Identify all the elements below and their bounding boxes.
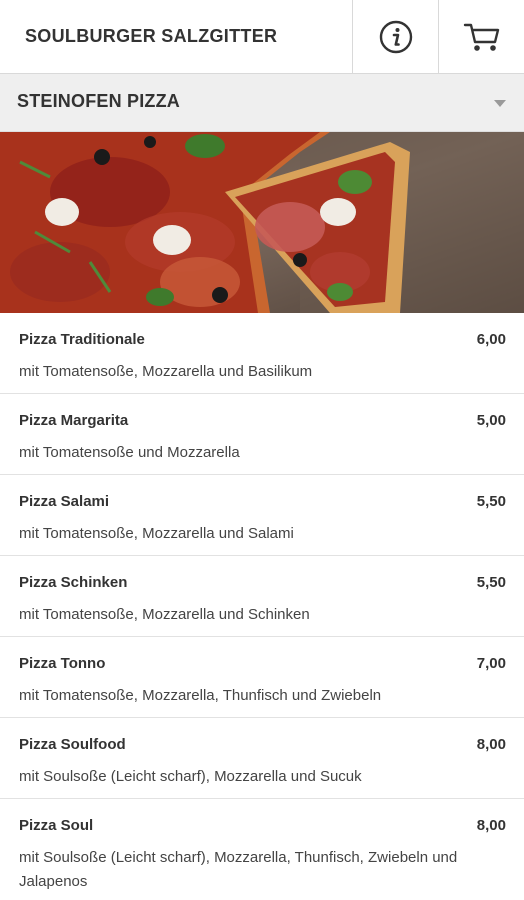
category-title: STEINOFEN PIZZA xyxy=(17,91,181,111)
item-name: Pizza Traditionale xyxy=(19,331,145,348)
chevron-down-icon xyxy=(494,100,506,107)
item-description: mit Tomatensoße, Mozzarella und Schinken xyxy=(19,606,310,623)
item-description: mit Tomatensoße und Mozzarella xyxy=(19,444,240,461)
item-name: Pizza Soul xyxy=(19,817,94,834)
item-description: mit Tomatensoße, Mozzarella und Salami xyxy=(19,525,294,542)
item-price: 5,50 xyxy=(476,574,506,591)
cart-button[interactable] xyxy=(438,0,524,74)
cart-icon xyxy=(463,23,499,51)
restaurant-title: SOULBURGER SALZGITTER xyxy=(25,26,278,46)
item-name: Pizza Schinken xyxy=(19,574,128,591)
pizza-banner-image xyxy=(0,132,524,313)
item-description: mit Tomatensoße, Mozzarella, Thunfisch u… xyxy=(19,687,382,704)
menu-item[interactable]: Pizza Salami 5,50 mit Tomatensoße, Mozza… xyxy=(0,475,524,556)
info-button[interactable] xyxy=(352,0,438,74)
category-selector[interactable]: STEINOFEN PIZZA xyxy=(0,74,524,132)
item-price: 6,00 xyxy=(476,331,506,348)
item-name: Pizza Soulfood xyxy=(19,736,126,753)
menu-item[interactable]: Pizza Traditionale 6,00 mit Tomatensoße,… xyxy=(0,313,524,394)
item-price: 5,50 xyxy=(476,493,506,510)
item-description: mit Tomatensoße, Mozzarella und Basiliku… xyxy=(19,363,313,380)
info-icon xyxy=(379,20,412,54)
item-description: mit Soulsoße (Leicht scharf), Mozzarella… xyxy=(19,849,458,890)
app-header: SOULBURGER SALZGITTER xyxy=(0,0,524,74)
item-name: Pizza Salami xyxy=(19,493,110,510)
item-price: 8,00 xyxy=(476,736,506,753)
menu-item-list: Pizza Traditionale 6,00 mit Tomatensoße,… xyxy=(0,313,524,900)
item-price: 7,00 xyxy=(476,655,506,672)
menu-item[interactable]: Pizza Soulfood 8,00 mit Soulsoße (Leicht… xyxy=(0,718,524,799)
item-name: Pizza Margarita xyxy=(19,412,129,429)
menu-item[interactable]: Pizza Schinken 5,50 mit Tomatensoße, Moz… xyxy=(0,556,524,637)
item-name: Pizza Tonno xyxy=(19,655,106,672)
item-price: 5,00 xyxy=(476,412,506,429)
menu-item[interactable]: Pizza Margarita 5,00 mit Tomatensoße und… xyxy=(0,394,524,475)
item-price: 8,00 xyxy=(476,817,506,834)
item-description: mit Soulsoße (Leicht scharf), Mozzarella… xyxy=(19,768,362,785)
menu-item[interactable]: Pizza Tonno 7,00 mit Tomatensoße, Mozzar… xyxy=(0,637,524,718)
menu-item[interactable]: Pizza Soul 8,00 mit Soulsoße (Leicht sch… xyxy=(0,799,524,900)
